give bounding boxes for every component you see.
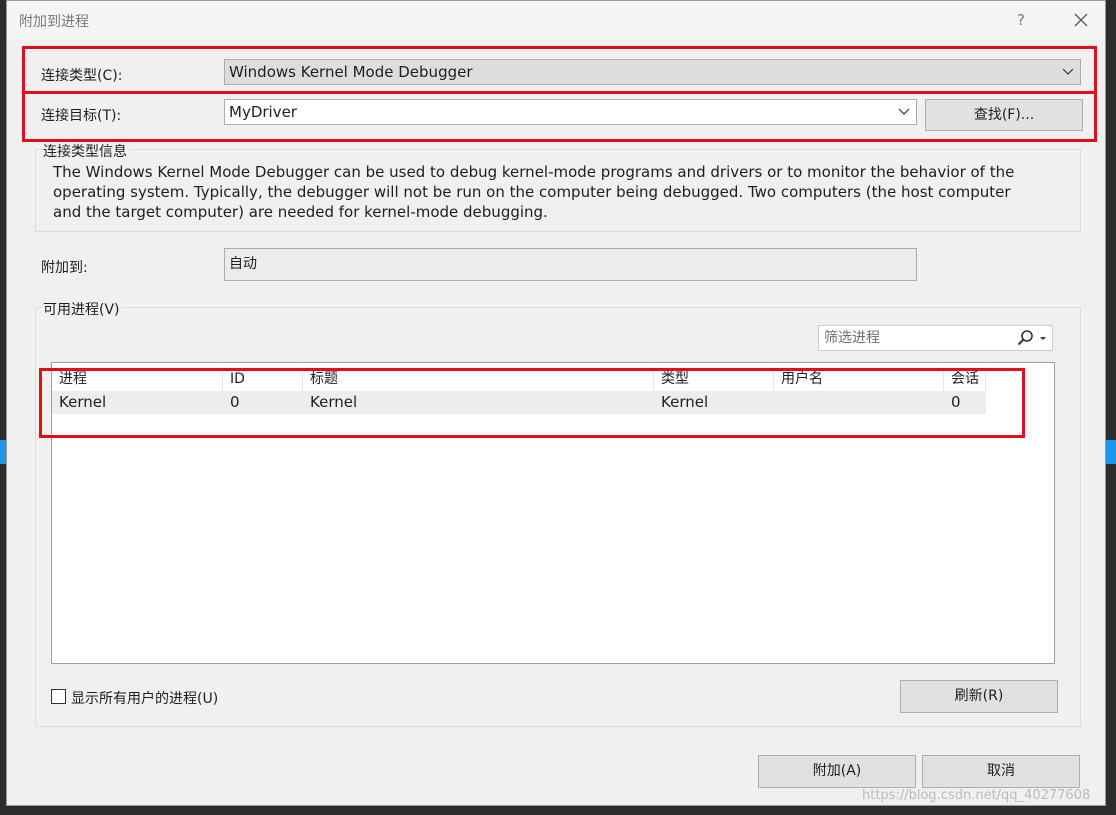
column-header-username[interactable]: 用户名 (774, 367, 944, 391)
connection-info-text: The Windows Kernel Mode Debugger can be … (53, 163, 1015, 221)
show-all-users-checkbox[interactable] (51, 689, 66, 704)
connection-type-value: Windows Kernel Mode Debugger (229, 63, 473, 81)
close-button[interactable] (1067, 7, 1095, 33)
attach-to-field: 自动 (224, 248, 917, 281)
table-row[interactable]: Kernel 0 Kernel Kernel 0 (52, 391, 986, 414)
refresh-button[interactable]: 刷新(R) (900, 680, 1058, 713)
filter-processes-box (818, 325, 1053, 351)
search-dropdown-button[interactable] (1014, 327, 1050, 349)
connection-info-title: 连接类型信息 (41, 141, 129, 161)
cell-username (774, 391, 781, 414)
cancel-button[interactable]: 取消 (922, 755, 1080, 788)
cell-type: Kernel (661, 393, 709, 411)
title-bar: 附加到进程 ? (7, 1, 1105, 39)
process-table[interactable]: 进程 ID 标题 类型 用户名 会话 Kernel 0 Kernel Kerne… (51, 362, 1055, 664)
show-all-users-label[interactable]: 显示所有用户的进程(U) (71, 688, 218, 708)
attach-to-process-dialog: 附加到进程 ? 连接类型(C): Windows Kernel Mode Deb… (6, 0, 1106, 806)
filter-processes-input[interactable] (819, 326, 1009, 350)
close-icon (1074, 13, 1088, 27)
background-window-bottom (0, 806, 1116, 815)
column-header-id[interactable]: ID (223, 367, 303, 391)
background-accent (1106, 440, 1116, 464)
column-header-process[interactable]: 进程 (52, 367, 223, 391)
watermark-text: https://blog.csdn.net/qq_40277608 (862, 788, 1091, 803)
dialog-title: 附加到进程 (19, 14, 89, 30)
column-header-type[interactable]: 类型 (654, 367, 774, 391)
connection-target-combobox[interactable]: MyDriver (224, 99, 917, 125)
cell-session: 0 (951, 393, 961, 411)
attach-to-label: 附加到: (41, 260, 88, 276)
chevron-down-icon (898, 108, 910, 115)
background-window-right (1106, 0, 1116, 815)
cell-title: Kernel (310, 393, 358, 411)
available-processes-title: 可用进程(V) (41, 299, 122, 319)
dropdown-caret-icon (1040, 337, 1046, 340)
connection-type-label: 连接类型(C): (41, 68, 123, 84)
find-button[interactable]: 查找(F)... (925, 99, 1083, 131)
cell-id: 0 (230, 393, 240, 411)
attach-button[interactable]: 附加(A) (758, 755, 916, 788)
connection-type-dropdown[interactable]: Windows Kernel Mode Debugger (224, 59, 1081, 85)
cell-process: Kernel (59, 393, 107, 411)
connection-target-label: 连接目标(T): (41, 108, 122, 124)
chevron-down-icon (1062, 68, 1074, 75)
help-button[interactable]: ? (1009, 7, 1033, 33)
connection-target-value: MyDriver (229, 103, 297, 121)
search-icon (1017, 330, 1033, 346)
column-header-title[interactable]: 标题 (303, 367, 654, 391)
column-header-session[interactable]: 会话 (944, 367, 986, 391)
